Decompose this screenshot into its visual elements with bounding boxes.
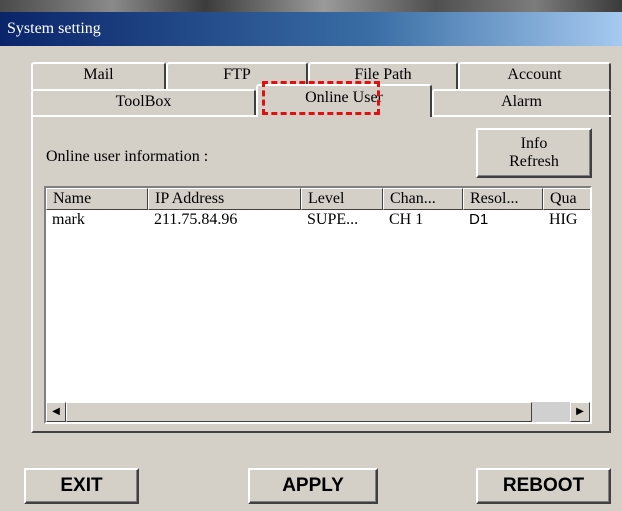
online-user-info-label: Online user information :: [46, 148, 209, 165]
scrollbar-track[interactable]: [532, 402, 570, 422]
tab-alarm[interactable]: Alarm: [432, 89, 611, 115]
tab-mail[interactable]: Mail: [31, 62, 166, 90]
info-refresh-button[interactable]: Info Refresh: [476, 128, 592, 178]
row-1-ip-address[interactable]: 211.75.84.96: [148, 210, 301, 230]
online-user-list[interactable]: Name IP Address Level Chan... Resol... Q…: [44, 186, 592, 424]
window-title: System setting: [0, 12, 622, 46]
reboot-button[interactable]: REBOOT: [476, 468, 611, 504]
list-header: Name IP Address Level Chan... Resol... Q…: [46, 188, 590, 210]
column-header-quality[interactable]: Qua: [543, 188, 590, 210]
column-header-ip-address[interactable]: IP Address: [148, 188, 301, 210]
tab-online-user[interactable]: Online User: [256, 84, 432, 117]
scroll-left-arrow-icon[interactable]: ◀: [46, 402, 66, 422]
panel-top-edge-left: [31, 115, 256, 117]
apply-button[interactable]: APPLY: [248, 468, 378, 504]
exit-button[interactable]: EXIT: [24, 468, 139, 504]
column-header-name[interactable]: Name: [46, 188, 148, 210]
row-1-name[interactable]: mark: [46, 210, 148, 230]
horizontal-scrollbar[interactable]: ◀ ▶: [46, 402, 590, 422]
scrollbar-thumb[interactable]: [66, 402, 532, 422]
info-refresh-label-line1: Info: [520, 135, 548, 152]
scroll-right-arrow-icon[interactable]: ▶: [570, 402, 590, 422]
column-header-channel[interactable]: Chan...: [383, 188, 463, 210]
tab-account[interactable]: Account: [458, 62, 611, 90]
row-1-level[interactable]: SUPE...: [301, 210, 383, 230]
info-refresh-label-line2: Refresh: [509, 153, 559, 170]
row-1-channel[interactable]: CH 1: [383, 210, 463, 230]
panel-top-edge-right: [432, 115, 611, 117]
column-header-resolution[interactable]: Resol...: [463, 188, 543, 210]
tab-toolbox[interactable]: ToolBox: [31, 89, 256, 115]
top-strip: [0, 0, 622, 12]
column-header-level[interactable]: Level: [301, 188, 383, 210]
row-1-quality[interactable]: HIG: [543, 210, 590, 230]
row-1-resolution[interactable]: D1: [463, 210, 543, 230]
